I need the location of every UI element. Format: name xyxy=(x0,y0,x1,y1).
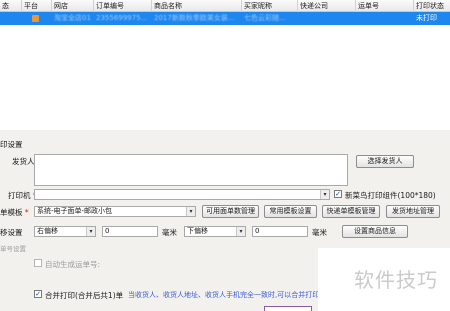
cell-print-status: 未打印 xyxy=(416,14,437,22)
choose-shipper-button[interactable]: 选择发货人 xyxy=(356,155,414,168)
column-header-print-status[interactable]: 打印状态 xyxy=(414,0,450,12)
chevron-down-icon: ▾ xyxy=(236,227,245,236)
unit-mm-label: 毫米 xyxy=(162,228,177,237)
table-row[interactable]: 淘宝全店01 2355699975... 2017新款秋季欧美女装... 七色云… xyxy=(0,12,450,25)
cainiao-checkbox-label: 新菜鸟打印组件(100*180) xyxy=(345,191,436,200)
unit-mm-label: 毫米 xyxy=(312,228,327,237)
template-select[interactable]: 系统-电子面单-邮政小包 ▾ xyxy=(34,206,196,217)
cell-shop: 淘宝全店01 xyxy=(54,14,91,22)
template-label: 单模板 * xyxy=(0,208,29,217)
column-header-status-short[interactable]: 态 xyxy=(0,0,22,12)
table-header: 态 平台 网店 订单编号 商品名称 买家昵称 快递公司 运单号 打印状态 xyxy=(0,0,450,12)
watermark-text: 软件技巧 xyxy=(354,268,438,292)
shipper-textarea[interactable] xyxy=(34,154,348,186)
horizontal-offset-select[interactable]: 右偏移 ▾ xyxy=(34,226,96,237)
ship-address-button[interactable]: 发货地址管理 xyxy=(386,205,440,218)
offset-label: 移设置 xyxy=(0,228,23,237)
set-product-info-button[interactable]: 设置商品信息 xyxy=(342,225,408,238)
merge-print-hint: 当收货人、收货人地址、收货人手机完全一致时,可以合并打印 xyxy=(128,291,318,299)
horizontal-offset-input[interactable]: 0 xyxy=(102,226,158,237)
order-flag-icon xyxy=(32,15,39,22)
common-template-button[interactable]: 常用模板设置 xyxy=(264,205,317,218)
printer-label: 打印机 * xyxy=(8,191,37,200)
column-header-order-no[interactable]: 订单编号 xyxy=(94,0,152,12)
section-title: 印设置 xyxy=(0,140,23,149)
print-settings-panel: 印设置 发货人 选择发货人 打印机 * ▾ ✓ 新菜鸟打印组件(100*180)… xyxy=(0,130,450,311)
column-header-waybill[interactable]: 运单号 xyxy=(356,0,414,12)
auto-waybill-checkbox[interactable] xyxy=(34,259,42,267)
column-header-shop[interactable]: 网店 xyxy=(52,0,94,12)
partial-button[interactable] xyxy=(264,306,312,311)
express-template-button[interactable]: 快递单模板管理 xyxy=(322,205,380,218)
cell-product: 2017新款秋季欧美女装... xyxy=(154,14,235,22)
auto-waybill-label: 自动生成运单号: xyxy=(45,260,101,269)
waybill-count-button[interactable]: 可用面单数管理 xyxy=(202,205,259,218)
vertical-offset-input[interactable]: 0 xyxy=(252,226,308,237)
cell-buyer: 七色云彩随... xyxy=(244,14,286,22)
column-header-platform[interactable]: 平台 xyxy=(22,0,52,12)
merge-print-label: 合并打印(合并后共1)单 xyxy=(45,291,124,300)
cell-order-no: 2355699975... xyxy=(96,14,148,22)
vertical-offset-select[interactable]: 下偏移 ▾ xyxy=(184,226,246,237)
merge-print-checkbox[interactable]: ✓ xyxy=(34,290,42,298)
order-table: 态 平台 网店 订单编号 商品名称 买家昵称 快递公司 运单号 打印状态 淘宝全… xyxy=(0,0,450,130)
chevron-down-icon: ▾ xyxy=(320,190,329,199)
column-header-buyer[interactable]: 买家昵称 xyxy=(242,0,298,12)
chevron-down-icon: ▾ xyxy=(186,207,195,216)
column-header-product[interactable]: 商品名称 xyxy=(152,0,242,12)
cainiao-checkbox[interactable]: ✓ xyxy=(334,190,342,198)
column-header-express[interactable]: 快递公司 xyxy=(298,0,356,12)
printer-select[interactable]: ▾ xyxy=(34,189,330,200)
chevron-down-icon: ▾ xyxy=(86,227,95,236)
shipper-label: 发货人 xyxy=(12,157,35,166)
waybill-section-title: 单号设置 xyxy=(0,245,26,253)
